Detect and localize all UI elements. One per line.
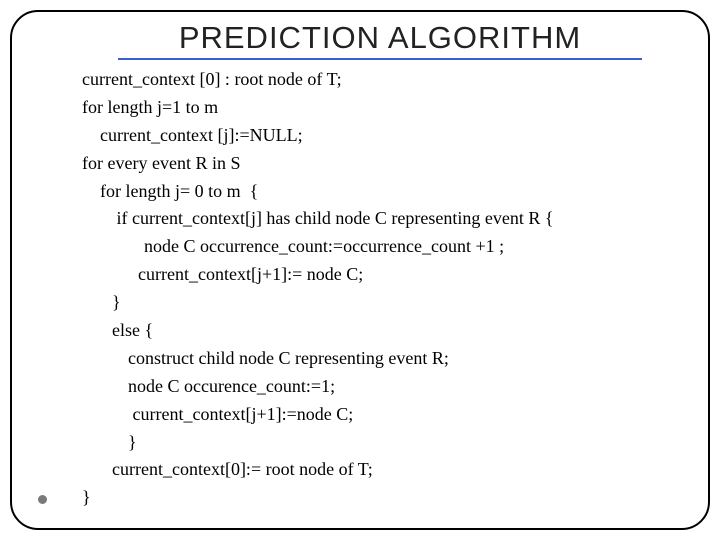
code-line: } [82,484,672,512]
code-line: } [82,289,672,317]
code-line: for length j= 0 to m { [82,178,672,206]
bullet-icon [38,495,47,504]
code-line: current_context[j+1]:= node C; [82,261,672,289]
code-line: construct child node C representing even… [82,345,672,373]
code-line: current_context[j+1]:=node C; [82,401,672,429]
algorithm-body: current_context [0] : root node of T;for… [48,66,672,512]
slide-frame: PREDICTION ALGORITHM current_context [0]… [10,10,710,530]
code-line: for every event R in S [82,150,672,178]
code-line: current_context[0]:= root node of T; [82,456,672,484]
code-line: if current_context[j] has child node C r… [82,205,672,233]
slide-title: PREDICTION ALGORITHM [118,20,642,60]
code-line: for length j=1 to m [82,94,672,122]
code-line: else { [82,317,672,345]
code-line: current_context [0] : root node of T; [82,66,672,94]
code-line: } [82,429,672,457]
code-line: current_context [j]:=NULL; [82,122,672,150]
code-line: node C occurence_count:=1; [82,373,672,401]
code-line: node C occurrence_count:=occurrence_coun… [82,233,672,261]
